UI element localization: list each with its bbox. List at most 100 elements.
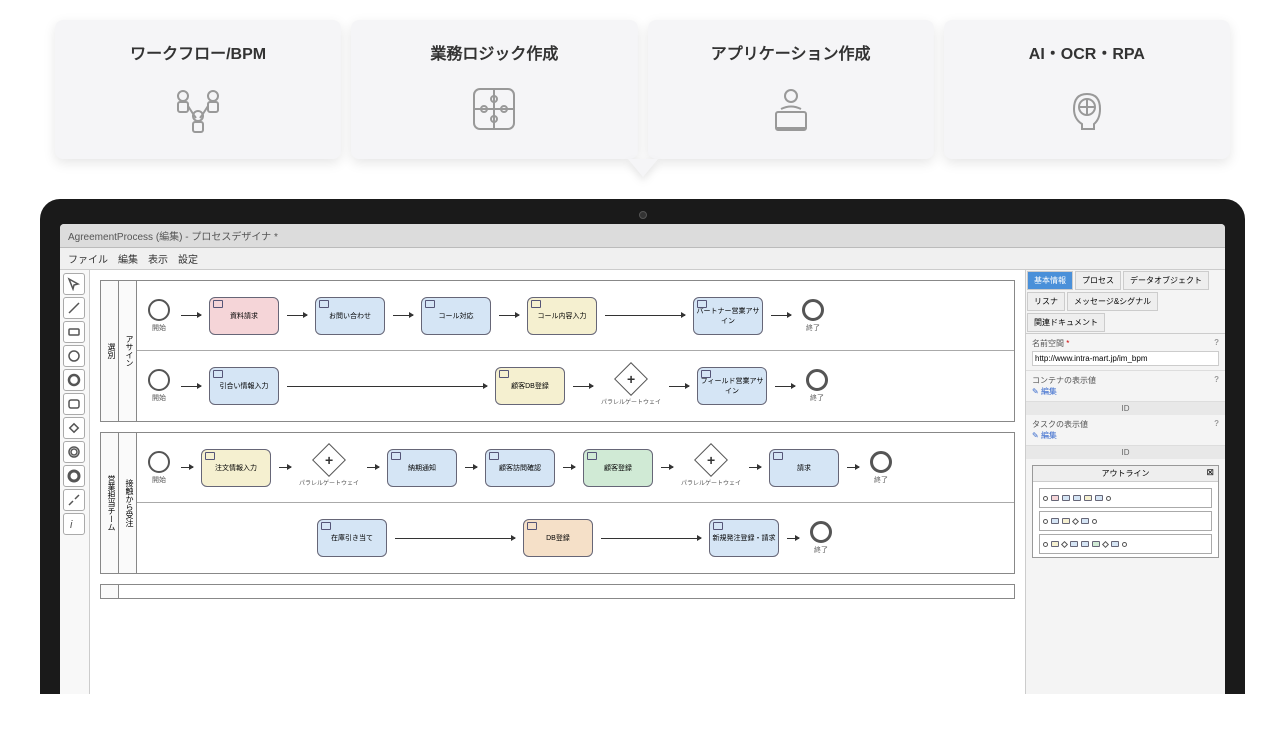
start-event[interactable] <box>148 451 170 473</box>
help-icon[interactable]: ? <box>1214 338 1219 349</box>
tool-text[interactable]: i <box>63 513 85 535</box>
app-screen: AgreementProcess (編集) - プロセスデザイナ * ファイル … <box>60 224 1225 694</box>
tab-listener[interactable]: リスナ <box>1027 292 1065 311</box>
card-title: AI・OCR・RPA <box>954 40 1220 64</box>
pool-3[interactable] <box>100 584 1015 599</box>
flow-arrow <box>465 467 477 468</box>
menu-file[interactable]: ファイル <box>68 251 108 266</box>
task[interactable]: 顧客訪問確認 <box>485 449 555 487</box>
tool-task[interactable] <box>63 321 85 343</box>
window-title: AgreementProcess (編集) - プロセスデザイナ * <box>60 224 1225 248</box>
start-event[interactable] <box>148 299 170 321</box>
gateway[interactable] <box>614 362 648 396</box>
laptop-frame: AgreementProcess (編集) - プロセスデザイナ * ファイル … <box>40 199 1245 694</box>
gateway[interactable] <box>694 443 728 477</box>
flow-arrow <box>847 467 859 468</box>
pool-1[interactable]: 選別 アサイン 開始 資料請求 お問い合わせ コール対応 コール内容入力 <box>100 280 1015 422</box>
flow-arrow <box>771 315 791 316</box>
task[interactable]: コール内容入力 <box>527 297 597 335</box>
id-header: ID <box>1026 446 1225 459</box>
task[interactable]: 資料請求 <box>209 297 279 335</box>
task[interactable]: コール対応 <box>421 297 491 335</box>
flow-arrow <box>787 538 799 539</box>
flow-arrow <box>287 386 487 387</box>
flow-arrow <box>669 386 689 387</box>
task[interactable]: 顧客DB登録 <box>495 367 565 405</box>
flow-arrow <box>393 315 413 316</box>
start-event[interactable] <box>148 369 170 391</box>
panel-tabs: 基本情報 プロセス データオブジェクト リスナ メッセージ&シグナル 関連ドキュ… <box>1026 270 1225 334</box>
tool-event-bold[interactable] <box>63 369 85 391</box>
toolbox: i <box>60 270 90 694</box>
menubar: ファイル 編集 表示 設定 <box>60 248 1225 270</box>
outline-panel: アウトライン ⊠ <box>1032 465 1219 558</box>
task[interactable]: 引合い情報入力 <box>209 367 279 405</box>
canvas[interactable]: 選別 アサイン 開始 資料請求 お問い合わせ コール対応 コール内容入力 <box>90 270 1025 694</box>
task[interactable]: 納期通知 <box>387 449 457 487</box>
menu-view[interactable]: 表示 <box>148 251 168 266</box>
edit-link[interactable]: ✎ 編集 <box>1032 431 1057 440</box>
edit-link[interactable]: ✎ 編集 <box>1032 387 1057 396</box>
pool-label: 選別 <box>101 281 119 421</box>
task[interactable]: 新規発注登録・請求 <box>709 519 779 557</box>
pool-2[interactable]: 営業担当チーム 接触から受注 開始 注文情報入力 パラレルゲートウェイ 納期通知 <box>100 432 1015 574</box>
menu-settings[interactable]: 設定 <box>178 251 198 266</box>
close-icon[interactable]: ⊠ <box>1206 467 1214 478</box>
end-event[interactable] <box>806 369 828 391</box>
prop-taskdisp: タスクの表示値? ✎ 編集 <box>1026 415 1225 446</box>
help-icon[interactable]: ? <box>1214 419 1219 430</box>
svg-text:i: i <box>70 519 73 531</box>
pool-label <box>101 585 119 598</box>
namespace-input[interactable] <box>1032 351 1219 366</box>
flow-arrow <box>775 386 795 387</box>
lane-label: アサイン <box>119 281 137 421</box>
flow-arrow <box>749 467 761 468</box>
tool-end[interactable] <box>63 465 85 487</box>
lane: 在庫引き当て DB登録 新規発注登録・請求 終了 <box>137 503 1014 573</box>
tool-intermediate[interactable] <box>63 441 85 463</box>
task[interactable]: DB登録 <box>523 519 593 557</box>
task[interactable]: お問い合わせ <box>315 297 385 335</box>
lane: 開始 資料請求 お問い合わせ コール対応 コール内容入力 パートナー営業アサイン <box>137 281 1014 351</box>
tool-select[interactable] <box>63 273 85 295</box>
end-event[interactable] <box>870 451 892 473</box>
task[interactable]: フィールド営業アサイン <box>697 367 767 405</box>
outline-minimap[interactable] <box>1033 482 1218 557</box>
gateway[interactable] <box>312 443 346 477</box>
end-event[interactable] <box>810 521 832 543</box>
task[interactable]: パートナー営業アサイン <box>693 297 763 335</box>
tool-connector[interactable] <box>63 297 85 319</box>
task[interactable]: 請求 <box>769 449 839 487</box>
flow-arrow <box>563 467 575 468</box>
workflow-icon <box>65 79 331 139</box>
tab-basic[interactable]: 基本情報 <box>1027 271 1073 290</box>
tool-subprocess[interactable] <box>63 393 85 415</box>
lane: 開始 引合い情報入力 顧客DB登録 パラレルゲートウェイ フィールド営業アサイン… <box>137 351 1014 421</box>
flow-arrow <box>395 538 515 539</box>
flow-arrow <box>181 386 201 387</box>
tool-gateway[interactable] <box>63 417 85 439</box>
card-title: アプリケーション作成 <box>658 40 924 64</box>
card-title: 業務ロジック作成 <box>361 40 627 64</box>
tab-reldoc[interactable]: 関連ドキュメント <box>1027 313 1105 332</box>
tool-event-thin[interactable] <box>63 345 85 367</box>
tab-dataobj[interactable]: データオブジェクト <box>1123 271 1209 290</box>
app-body: i 選別 アサイン 開始 資料請求 お問い合わせ <box>60 270 1225 694</box>
task[interactable]: 注文情報入力 <box>201 449 271 487</box>
task[interactable]: 顧客登録 <box>583 449 653 487</box>
ai-brain-icon <box>954 79 1220 139</box>
flow-arrow <box>287 315 307 316</box>
flow-arrow <box>181 315 201 316</box>
flow-arrow <box>181 467 193 468</box>
card-app: アプリケーション作成 <box>648 20 934 159</box>
tab-msgsignal[interactable]: メッセージ&シグナル <box>1067 292 1158 311</box>
tab-process[interactable]: プロセス <box>1075 271 1121 290</box>
card-ai: AI・OCR・RPA <box>944 20 1230 159</box>
properties-panel: 基本情報 プロセス データオブジェクト リスナ メッセージ&シグナル 関連ドキュ… <box>1025 270 1225 694</box>
end-event[interactable] <box>802 299 824 321</box>
help-icon[interactable]: ? <box>1214 375 1219 386</box>
tool-annotation[interactable] <box>63 489 85 511</box>
task[interactable]: 在庫引き当て <box>317 519 387 557</box>
flow-arrow <box>279 467 291 468</box>
menu-edit[interactable]: 編集 <box>118 251 138 266</box>
